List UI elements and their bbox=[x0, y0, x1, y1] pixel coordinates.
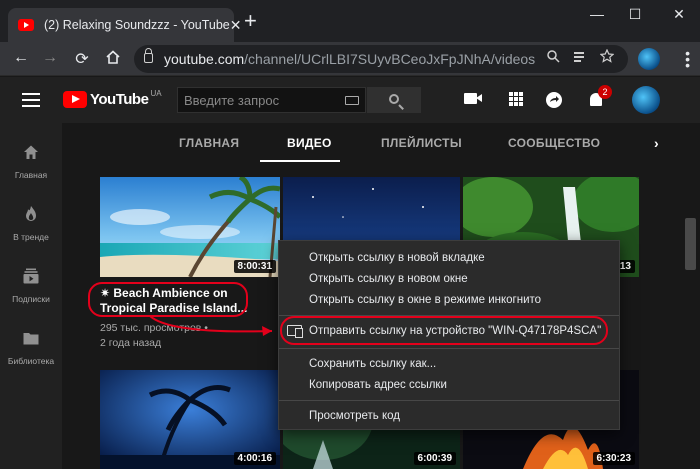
annotation-arrow-icon bbox=[149, 315, 273, 336]
browser-window: (2) Relaxing Soundzzz - YouTube ✕ + — ☐ … bbox=[0, 0, 700, 469]
